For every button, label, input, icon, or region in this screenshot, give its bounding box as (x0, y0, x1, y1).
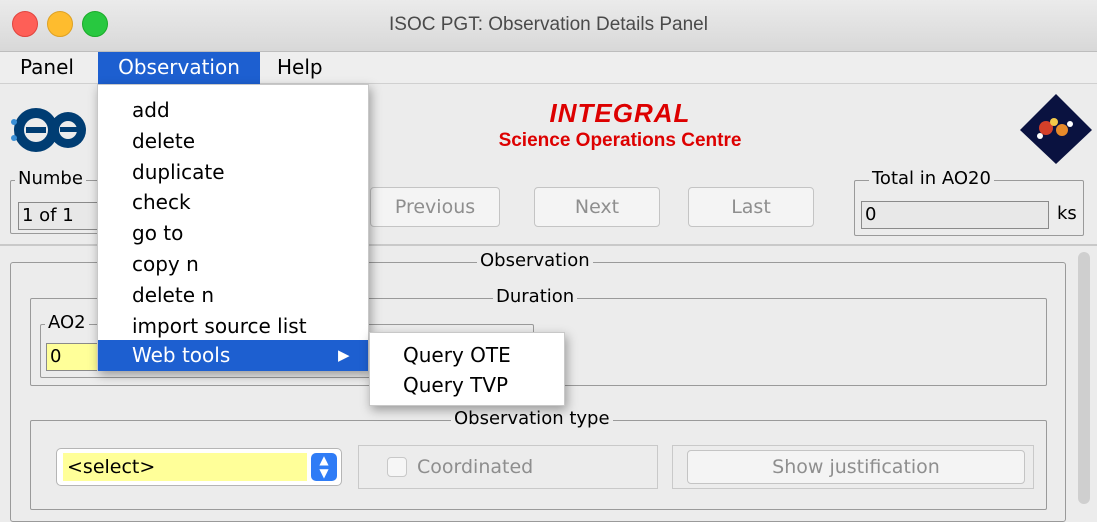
coordinated-checkbox[interactable] (387, 457, 407, 477)
menu-observation[interactable]: Observation (98, 52, 260, 84)
web-tools-label: Web tools (132, 343, 231, 367)
menu-item-check[interactable]: check (98, 187, 368, 218)
esa-logo-icon (11, 108, 86, 152)
observation-type-title: Observation type (451, 409, 613, 429)
observation-title: Observation (477, 251, 593, 271)
window-title: ISOC PGT: Observation Details Panel (389, 14, 708, 35)
last-button[interactable]: Last (688, 187, 814, 227)
menu-item-delete-n[interactable]: delete n (98, 280, 368, 311)
window-titlebar: ISOC PGT: Observation Details Panel (0, 0, 1097, 52)
ao-label: AO2 (45, 313, 89, 333)
menu-bar: Panel Observation Help (0, 52, 1097, 84)
submenu-arrow-icon: ▶ (338, 346, 350, 364)
vertical-scrollbar[interactable] (1074, 252, 1094, 504)
menu-item-copy-n[interactable]: copy n (98, 249, 368, 280)
menu-item-add[interactable]: add (98, 95, 368, 126)
web-tools-submenu: Query OTE Query TVP (369, 332, 565, 406)
scrollbar-thumb[interactable] (1078, 252, 1090, 504)
menu-panel[interactable]: Panel (8, 52, 86, 84)
observation-type-value: <select> (63, 453, 307, 481)
total-field[interactable]: 0 (861, 201, 1049, 229)
total-group: Total in AO20 0 ks (854, 169, 1084, 236)
menu-item-web-tools[interactable]: Web tools ▶ (98, 340, 368, 371)
menu-item-duplicate[interactable]: duplicate (98, 157, 368, 188)
chevron-updown-icon: ▲ ▼ (311, 453, 337, 481)
number-field[interactable]: 1 of 1 (18, 202, 100, 230)
duration-title: Duration (493, 287, 578, 307)
next-button[interactable]: Next (534, 187, 660, 227)
number-label: Numbe (15, 169, 86, 189)
previous-button[interactable]: Previous (370, 187, 500, 227)
integral-mission-logo-icon (1020, 94, 1092, 164)
justification-box: Show justification (672, 445, 1034, 489)
coordinated-label: Coordinated (417, 456, 534, 478)
total-unit: ks (1057, 203, 1077, 224)
coordinated-box: Coordinated (358, 445, 658, 489)
menu-item-delete[interactable]: delete (98, 126, 368, 157)
show-justification-button[interactable]: Show justification (687, 450, 1025, 484)
menu-item-query-ote[interactable]: Query OTE (370, 340, 564, 371)
menu-item-import-source-list[interactable]: import source list (98, 311, 368, 342)
integral-title: INTEGRAL (549, 98, 691, 128)
observation-type-select[interactable]: <select> ▲ ▼ (56, 448, 342, 486)
menu-help[interactable]: Help (265, 52, 335, 84)
integral-subtitle: Science Operations Centre (498, 130, 742, 151)
menu-item-query-tvp[interactable]: Query TVP (370, 370, 564, 401)
total-label: Total in AO20 (869, 169, 994, 189)
observation-dropdown-menu: add delete duplicate check go to copy n … (97, 84, 369, 371)
menu-item-go-to[interactable]: go to (98, 218, 368, 249)
